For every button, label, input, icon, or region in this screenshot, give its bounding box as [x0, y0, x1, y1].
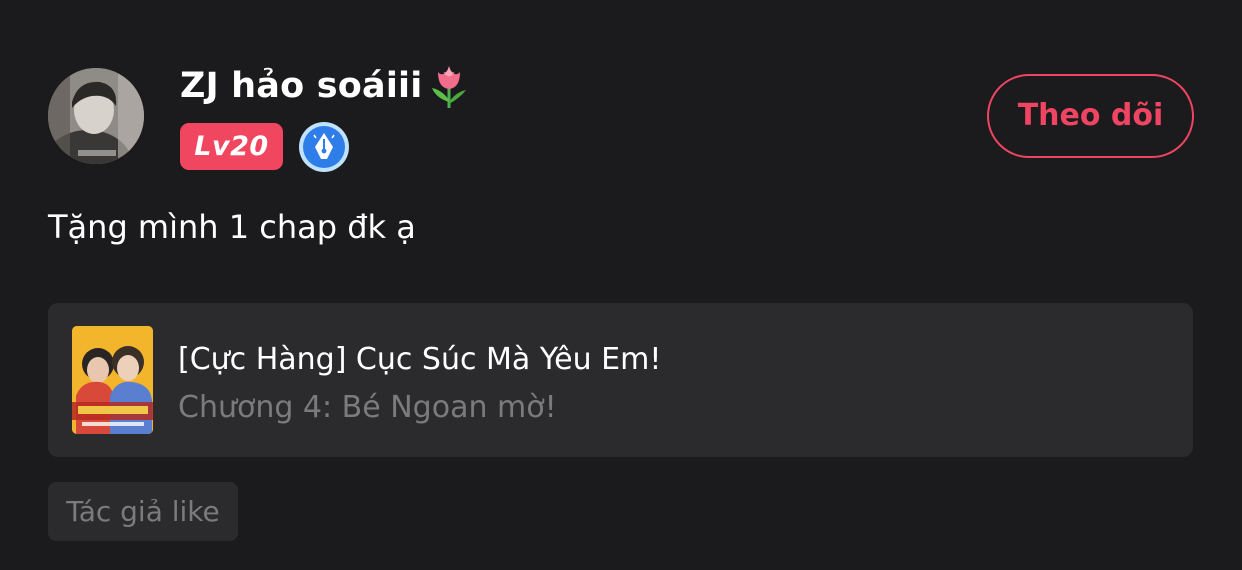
follow-button[interactable]: Theo dõi — [987, 74, 1194, 158]
level-badge: Lv20 — [180, 123, 283, 170]
comment-item: ZJ hảo soáiii Lv20 Theo dõi Tặng mình 1 … — [0, 0, 1242, 570]
username-text: ZJ hảo soáiii — [180, 66, 423, 106]
avatar[interactable] — [48, 68, 144, 164]
comment-text: Tặng mình 1 chap đk ạ — [48, 208, 416, 246]
tulip-icon — [426, 62, 472, 110]
pen-nib-badge-icon — [298, 121, 350, 173]
username[interactable]: ZJ hảo soáiii — [180, 62, 472, 110]
comic-title: [Cực Hàng] Cục Súc Mà Yêu Em! — [178, 342, 662, 377]
chapter-card[interactable]: [Cực Hàng] Cục Súc Mà Yêu Em! Chương 4: … — [48, 303, 1193, 457]
author-like-tag: Tác giả like — [48, 482, 238, 541]
chapter-name: Chương 4: Bé Ngoan mờ! — [178, 390, 557, 425]
comic-cover-thumbnail — [72, 326, 153, 434]
avatar-image — [48, 68, 144, 164]
